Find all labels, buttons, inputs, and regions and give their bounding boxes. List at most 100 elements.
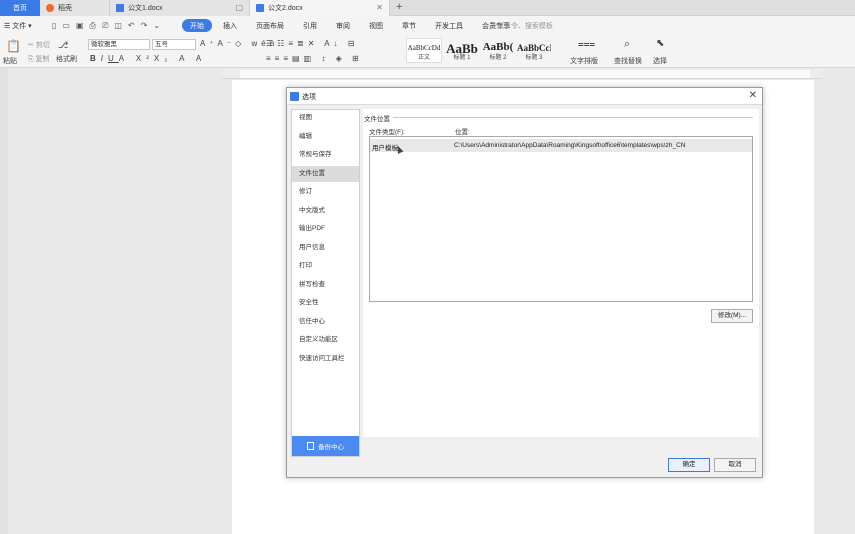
tab-references[interactable]: 引用 xyxy=(295,19,325,32)
copy-button[interactable]: ⎘ 复制 xyxy=(28,54,50,64)
ribbon-tabs: 开始 插入 页面布局 引用 审阅 视图 章节 开发工具 会员专享 xyxy=(182,19,521,32)
style-heading1-name: 标题 1 xyxy=(453,55,471,61)
nav-item-chinese-layout[interactable]: 中文版式 xyxy=(292,203,359,219)
export-pdf-icon[interactable]: ⎙ xyxy=(90,21,96,31)
nav-item-print[interactable]: 打印 xyxy=(292,258,359,274)
list-indent-icons[interactable]: ☰☷≡≣✕ A↓ ⊟ xyxy=(266,39,358,48)
section-divider xyxy=(393,117,753,118)
nav-item-spell-check[interactable]: 拼写检查 xyxy=(292,277,359,293)
save-icon[interactable]: ▣ xyxy=(76,21,84,31)
nav-item-security[interactable]: 安全性 xyxy=(292,295,359,311)
ok-button[interactable]: 确定 xyxy=(668,458,710,472)
quick-access-toolbar: ▯ ▭ ▣ ⎙ ⎚ ◫ ↶ ↷ ⌄ xyxy=(52,21,160,31)
file-type-header: 文件类型(F): xyxy=(369,129,406,136)
style-heading3-name: 标题 3 xyxy=(525,55,543,61)
tab-developer[interactable]: 开发工具 xyxy=(427,19,471,32)
new-doc-icon[interactable]: ▯ xyxy=(52,21,56,31)
list-item-location: C:\Users\Administrator\AppData\Roaming\K… xyxy=(454,142,686,149)
tab-doc2-close-icon[interactable]: ✕ xyxy=(376,3,383,12)
tab-home[interactable]: 首页 xyxy=(0,0,40,16)
search-command-label: 查找命令、搜索模板 xyxy=(489,23,553,30)
open-folder-icon[interactable]: ▭ xyxy=(62,21,70,31)
find-replace-button[interactable]: 查找替换 xyxy=(614,56,642,66)
backup-center-button[interactable]: 备份中心 xyxy=(292,436,359,456)
format-painter-icon[interactable]: ⎇ xyxy=(58,40,68,51)
style-heading2-name: 标题 2 xyxy=(489,55,507,61)
horizontal-ruler[interactable] xyxy=(222,69,822,79)
font-style-icons[interactable]: BIUA X²X₂ A A xyxy=(90,54,206,63)
style-heading3[interactable]: AaBbCcI 标题 3 xyxy=(516,38,552,63)
list-item[interactable]: 用户模板 C:\Users\Administrator\AppData\Roam… xyxy=(370,139,752,154)
tab-doc2[interactable]: 公文2.docx ✕ xyxy=(250,0,390,16)
tab-doc1-close-icon[interactable]: ▢ xyxy=(235,3,243,12)
text-layout-button[interactable]: 文字排版 xyxy=(570,56,598,66)
daoke-icon xyxy=(46,4,54,12)
nav-item-quick-access[interactable]: 快速访问工具栏 xyxy=(292,351,359,367)
options-dialog: 选项 ✕ 视图 编辑 常规与保存 文件位置 修订 中文版式 输出PDF 用户信息… xyxy=(286,87,763,478)
format-painter-button[interactable]: 格式刷 xyxy=(56,54,77,64)
file-menu[interactable]: ☰ 文件 ▾ xyxy=(4,21,32,31)
file-menu-label: 文件 xyxy=(12,23,27,30)
tab-doc1[interactable]: 公文1.docx ▢ xyxy=(110,0,250,16)
ruler-white-area xyxy=(240,70,810,78)
tab-review[interactable]: 审阅 xyxy=(328,19,358,32)
dialog-footer: 确定 取消 xyxy=(363,437,759,475)
nav-item-export-pdf[interactable]: 输出PDF xyxy=(292,221,359,237)
nav-item-customize-ribbon[interactable]: 自定义功能区 xyxy=(292,332,359,348)
mouse-cursor-icon xyxy=(394,144,404,154)
dialog-title-bar: 选项 ✕ xyxy=(287,88,762,105)
search-icon: ⌕ xyxy=(484,23,488,30)
nav-item-file-location[interactable]: 文件位置 xyxy=(292,166,359,182)
ribbon: 📋 粘贴 ✂ 剪切 ⎘ 复制 ⎇ 格式刷 微软雅黑 五号 A⁺A⁻◇ wén B… xyxy=(0,36,855,68)
paste-button[interactable]: 粘贴 xyxy=(3,56,17,66)
cancel-button[interactable]: 取消 xyxy=(714,458,756,472)
file-location-list[interactable]: 用户模板 C:\Users\Administrator\AppData\Roam… xyxy=(369,136,753,302)
tab-page-layout[interactable]: 页面布局 xyxy=(248,19,292,32)
tab-view[interactable]: 视图 xyxy=(361,19,391,32)
location-header: 位置: xyxy=(455,129,470,136)
nav-item-edit[interactable]: 编辑 xyxy=(292,129,359,145)
tab-insert[interactable]: 插入 xyxy=(215,19,245,32)
backup-icon xyxy=(307,442,314,450)
select-cursor-icon[interactable]: ⬉ xyxy=(656,38,664,49)
select-button[interactable]: 选择 xyxy=(653,56,667,66)
left-margin-strip xyxy=(0,68,8,534)
tab-daoke[interactable]: 稻壳 xyxy=(40,0,110,16)
nav-item-view[interactable]: 视图 xyxy=(292,110,359,126)
nav-item-general-save[interactable]: 常规与保存 xyxy=(292,147,359,163)
cut-button[interactable]: ✂ 剪切 xyxy=(28,40,50,50)
nav-item-revision[interactable]: 修订 xyxy=(292,184,359,200)
tab-section[interactable]: 章节 xyxy=(394,19,424,32)
print-icon[interactable]: ⎚ xyxy=(102,21,108,31)
style-normal-preview: AaBbCcDd xyxy=(407,44,441,52)
redo-icon[interactable]: ↷ xyxy=(141,21,148,31)
search-command[interactable]: ⌕ 查找命令、搜索模板 xyxy=(484,21,553,31)
undo-icon[interactable]: ↶ xyxy=(128,21,135,31)
font-name-select[interactable]: 微软雅黑 xyxy=(88,39,150,50)
tab-bar: 首页 稻壳 公文1.docx ▢ 公文2.docx ✕ + xyxy=(0,0,855,16)
menu-bar: ☰ 文件 ▾ ▯ ▭ ▣ ⎙ ⎚ ◫ ↶ ↷ ⌄ 开始 插入 页面布局 引用 审… xyxy=(0,16,855,36)
copy-label: 复制 xyxy=(35,56,50,63)
style-normal-name: 正文 xyxy=(417,55,430,61)
tab-start[interactable]: 开始 xyxy=(182,19,212,32)
file-location-panel: 文件位置 文件类型(F): 位置: 用户模板 C:\Users\Administ… xyxy=(363,109,759,437)
alignment-icons[interactable]: ≡≡≡▤▥ ↕ ◈ ⊞ xyxy=(266,54,363,63)
nav-item-trust-center[interactable]: 信任中心 xyxy=(292,314,359,330)
tab-home-label: 首页 xyxy=(13,5,27,12)
style-heading1[interactable]: AaBb 标题 1 xyxy=(444,38,480,63)
section-title: 文件位置 xyxy=(364,116,390,123)
dialog-close-icon[interactable]: ✕ xyxy=(749,90,757,101)
nav-item-user-info[interactable]: 用户信息 xyxy=(292,240,359,256)
print-preview-icon[interactable]: ◫ xyxy=(114,21,122,31)
modify-button[interactable]: 修改(M)... xyxy=(711,309,753,323)
qat-more-icon[interactable]: ⌄ xyxy=(153,21,160,31)
text-layout-icon[interactable]: ⩶ xyxy=(578,39,595,50)
style-heading2[interactable]: AaBb(标题 2 xyxy=(480,38,516,63)
font-size-select[interactable]: 五号 xyxy=(152,39,196,50)
tab-daoke-label: 稻壳 xyxy=(58,5,72,12)
cut-label: 剪切 xyxy=(35,42,50,49)
find-replace-icon[interactable]: ⌕ xyxy=(624,38,630,51)
new-tab-plus-icon[interactable]: + xyxy=(396,1,402,13)
paste-icon[interactable]: 📋 xyxy=(6,39,21,53)
style-normal[interactable]: AaBbCcDd 正文 xyxy=(406,38,442,63)
